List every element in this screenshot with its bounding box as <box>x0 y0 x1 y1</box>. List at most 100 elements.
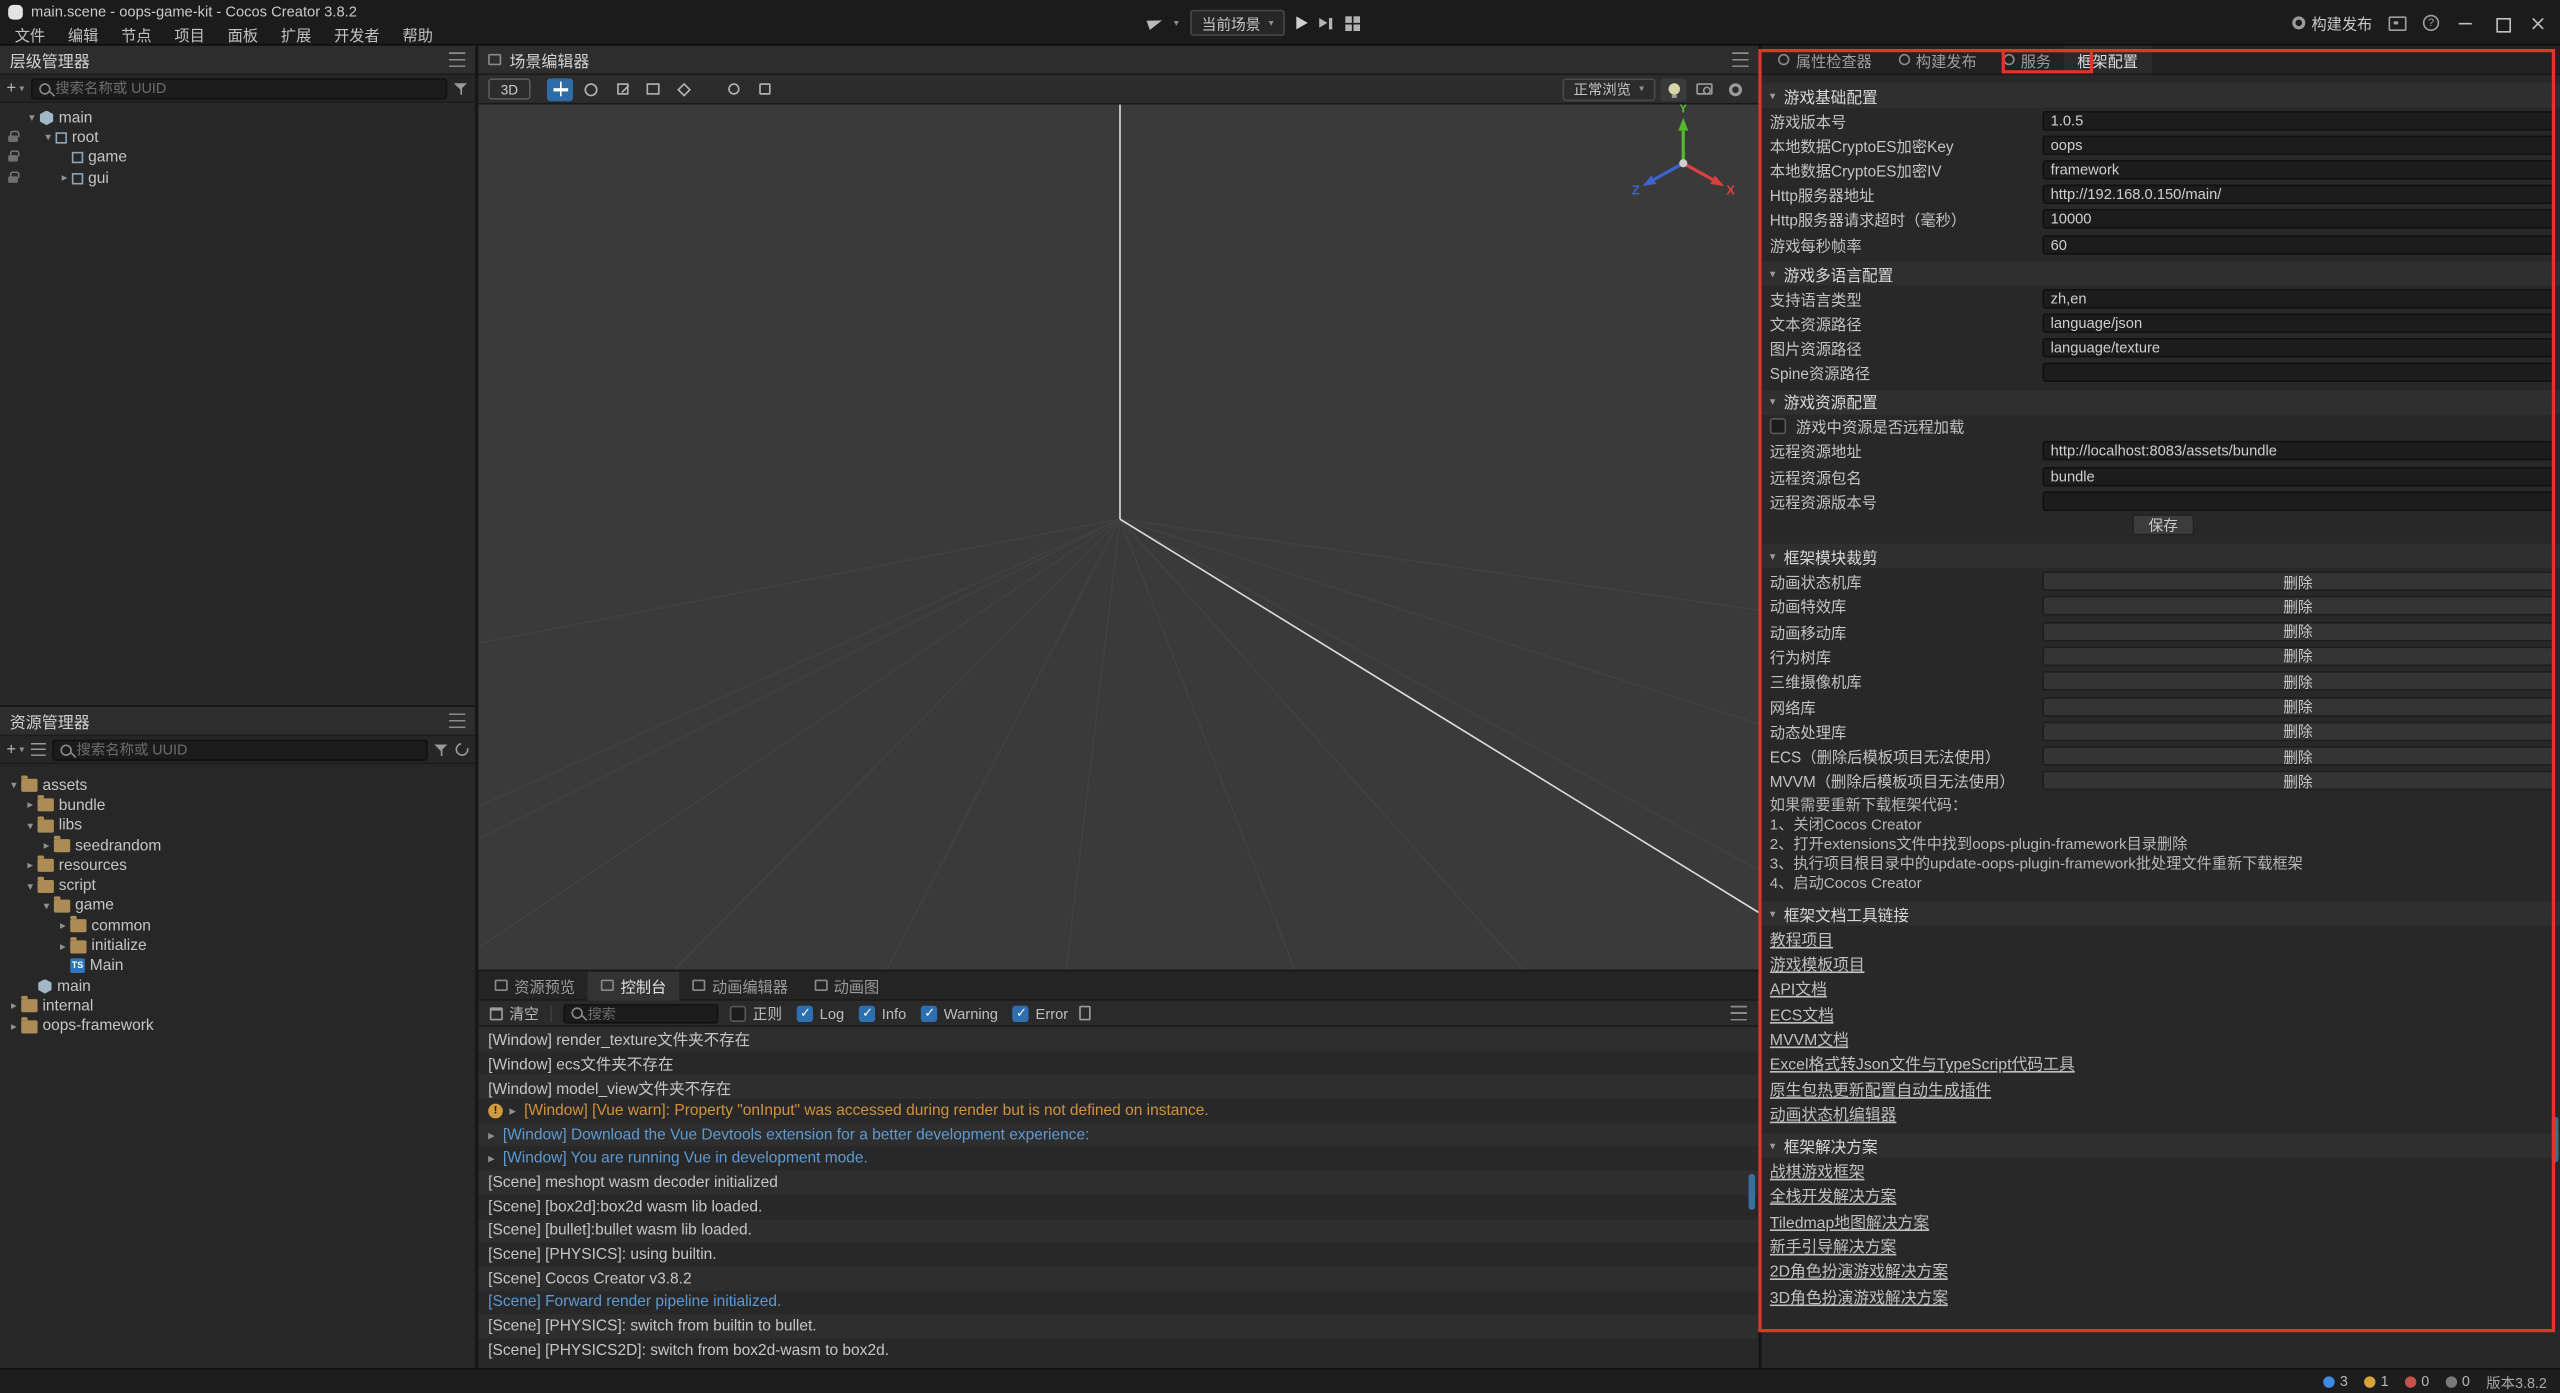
console-tab[interactable]: 控制台 <box>588 971 679 1000</box>
doc-link[interactable]: 教程项目 <box>1770 927 1833 950</box>
console-filter[interactable]: Log <box>797 1005 844 1021</box>
status-count-badge[interactable]: 0 <box>2446 1373 2470 1389</box>
window-minimize-button[interactable] <box>2456 13 2476 33</box>
checkbox[interactable] <box>1013 1005 1029 1021</box>
panel-menu-icon[interactable] <box>449 713 465 728</box>
inspector-tab[interactable]: 属性检查器 <box>1765 46 1885 74</box>
rotate-tool-button[interactable] <box>578 78 604 101</box>
window-close-button[interactable] <box>2527 13 2547 33</box>
log-entry[interactable]: [Scene] Forward render pipeline initiali… <box>478 1291 1760 1315</box>
tree-row[interactable]: ▸ initialize <box>0 936 475 956</box>
scale-tool-button[interactable] <box>609 78 635 101</box>
coordinate-toggle-button[interactable] <box>751 78 777 101</box>
log-entry[interactable]: [Scene] meshopt wasm decoder initialized <box>478 1171 1760 1195</box>
lock-icon[interactable] <box>7 151 22 166</box>
expand-arrow[interactable]: ▾ <box>7 779 22 792</box>
expand-arrow[interactable]: ▸ <box>57 171 72 184</box>
solution-link[interactable]: 2D角色扮演游戏解决方案 <box>1770 1259 1948 1282</box>
view-mode-dropdown[interactable]: 正常浏览 ▾ <box>1562 78 1655 101</box>
menu-item[interactable]: 面板 <box>216 23 269 46</box>
expand-arrow[interactable]: ▸ <box>39 839 54 852</box>
expand-arrow[interactable]: ▾ <box>24 111 39 124</box>
tree-row[interactable]: ▾ main <box>0 108 475 128</box>
log-entry[interactable]: [Scene] [bullet]:bullet wasm lib loaded. <box>478 1219 1760 1243</box>
filter-icon[interactable] <box>454 81 469 96</box>
log-entry[interactable]: [Window] Download the Vue Devtools exten… <box>478 1123 1760 1147</box>
export-log-icon[interactable] <box>1080 1006 1091 1021</box>
rect-tool-button[interactable] <box>640 78 666 101</box>
panel-menu-icon[interactable] <box>449 52 465 67</box>
status-count-badge[interactable]: 1 <box>2364 1373 2388 1389</box>
save-button[interactable]: 保存 <box>2132 515 2194 536</box>
hierarchy-search-input[interactable] <box>55 80 439 96</box>
tree-row[interactable]: ▸ common <box>0 916 475 936</box>
menu-item[interactable]: 编辑 <box>57 23 110 46</box>
lock-icon[interactable] <box>7 171 22 186</box>
delete-module-button[interactable]: 删除 <box>2042 622 2553 642</box>
doc-link[interactable]: 原生包热更新配置自动生成插件 <box>1770 1077 1991 1100</box>
expand-arrow[interactable]: ▾ <box>39 899 54 912</box>
section-header-docs[interactable]: 框架文档工具链接 <box>1762 901 2560 925</box>
doc-link[interactable]: ECS文档 <box>1770 1002 1834 1025</box>
log-entry[interactable]: [Window] ecs文件夹不存在 <box>478 1051 1760 1075</box>
refresh-icon[interactable] <box>453 740 471 758</box>
field-input[interactable] <box>2051 112 2546 128</box>
field-input[interactable] <box>2051 186 2546 202</box>
solution-link[interactable]: Tiledmap地图解决方案 <box>1770 1209 1929 1232</box>
tree-row[interactable]: ▾ game <box>0 896 475 916</box>
section-header-language[interactable]: 游戏多语言配置 <box>1762 261 2560 285</box>
expand-arrow[interactable]: ▸ <box>23 859 38 872</box>
tree-row[interactable]: ▸ seedrandom <box>0 836 475 856</box>
field-input[interactable] <box>2051 493 2546 509</box>
preview-dropdown-chevron[interactable]: ▾ <box>1174 17 1179 28</box>
tree-row[interactable]: ▸ bundle <box>0 796 475 816</box>
tree-row[interactable]: ▸ internal <box>0 996 475 1016</box>
inspector-tab[interactable]: 服务 <box>1990 46 2064 74</box>
expand-arrow[interactable]: ▸ <box>7 1020 22 1033</box>
tree-row[interactable]: game <box>0 148 475 168</box>
dimension-toggle-button[interactable]: 3D <box>488 78 530 99</box>
status-count-badge[interactable]: 0 <box>2405 1373 2429 1389</box>
expand-arrow[interactable]: ▾ <box>23 819 38 832</box>
console-filter[interactable]: Info <box>859 1005 906 1021</box>
add-asset-button[interactable] <box>7 740 25 758</box>
log-entry[interactable]: [Scene] [PHYSICS]: using builtin. <box>478 1243 1760 1267</box>
solution-link[interactable]: 新手引导解决方案 <box>1770 1234 1897 1257</box>
step-button[interactable] <box>1319 16 1334 31</box>
console-tab[interactable]: 动画图 <box>801 971 892 1000</box>
preview-target-icon[interactable] <box>1147 16 1164 30</box>
clear-console-button[interactable]: 清空 <box>490 1002 539 1023</box>
log-expand-arrow[interactable] <box>488 1151 503 1166</box>
console-tab[interactable]: 动画编辑器 <box>679 971 801 1000</box>
field-input[interactable] <box>2051 443 2546 459</box>
menu-item[interactable]: 扩展 <box>269 23 322 46</box>
log-entry[interactable]: [Scene] [PHYSICS2D]: switch from box2d-w… <box>478 1339 1760 1363</box>
build-publish-button[interactable]: 构建发布 <box>2292 11 2372 34</box>
tree-row[interactable]: ▾ script <box>0 876 475 896</box>
field-input[interactable] <box>2051 137 2546 153</box>
assets-search-input[interactable] <box>77 741 420 757</box>
scene-viewport[interactable]: Y X Z <box>478 104 1760 969</box>
delete-module-button[interactable]: 删除 <box>2042 671 2553 691</box>
field-input[interactable] <box>2051 162 2546 178</box>
tree-row[interactable]: ▾ root <box>0 128 475 148</box>
tree-row[interactable]: ▸ gui <box>0 168 475 188</box>
inspector-tab[interactable]: 框架配置 <box>2064 46 2151 74</box>
console-filter[interactable]: Error <box>1013 1005 1069 1021</box>
console-scrollbar-thumb[interactable] <box>1749 1174 1756 1210</box>
delete-module-button[interactable]: 删除 <box>2042 572 2553 592</box>
doc-link[interactable]: Excel格式转Json文件与TypeScript代码工具 <box>1770 1052 2075 1075</box>
section-header-basic[interactable]: 游戏基础配置 <box>1762 83 2560 107</box>
field-input[interactable] <box>2051 290 2546 306</box>
menu-item[interactable]: 项目 <box>163 23 216 46</box>
checkbox[interactable] <box>859 1005 875 1021</box>
log-entry[interactable]: [Window] [Vue warn]: Property "onInput" … <box>478 1099 1760 1123</box>
expand-arrow[interactable]: ▸ <box>7 1000 22 1013</box>
delete-module-button[interactable]: 删除 <box>2042 646 2553 666</box>
tree-row[interactable]: ▾ assets <box>0 776 475 796</box>
log-entry[interactable]: [Scene] [PHYSICS]: switch from builtin t… <box>478 1315 1760 1339</box>
log-entry[interactable]: [Window] You are running Vue in developm… <box>478 1147 1760 1171</box>
expand-arrow[interactable]: ▸ <box>23 799 38 812</box>
console-search-input[interactable] <box>588 1005 710 1021</box>
delete-module-button[interactable]: 删除 <box>2042 696 2553 716</box>
